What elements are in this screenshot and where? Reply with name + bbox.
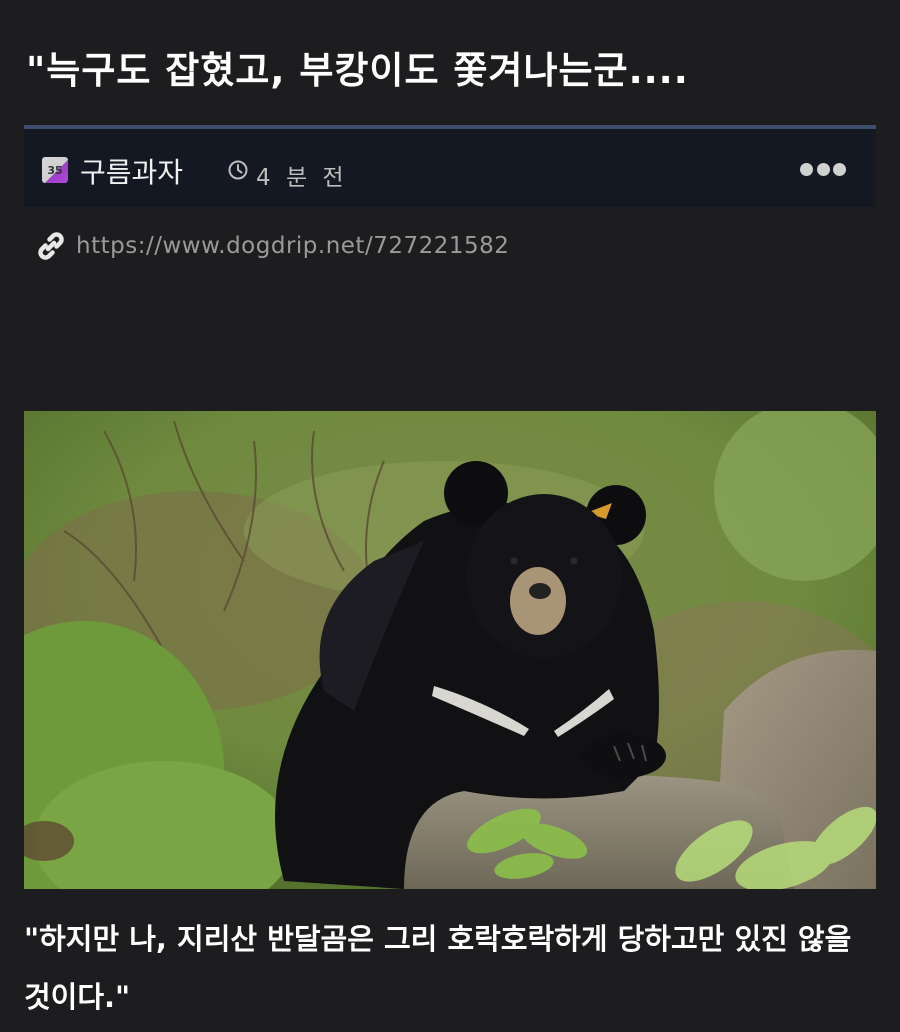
- more-options-icon[interactable]: [800, 160, 846, 178]
- post-title: "늑구도 잡혔고, 부캉이도 쫓겨나는군....: [26, 49, 689, 92]
- clock-icon: [228, 160, 248, 180]
- post-time: 4 분 전: [256, 165, 348, 191]
- bear-photo: [24, 411, 876, 889]
- author-level-badge: 35: [42, 157, 68, 183]
- post-caption: "하지만 나, 지리산 반달곰은 그리 호락호락하게 당하고만 있진 않을 것이…: [24, 922, 852, 1014]
- author-name[interactable]: 구름과자: [80, 151, 183, 191]
- post-url-link[interactable]: https://www.dogdrip.net/727221582: [76, 233, 509, 259]
- post-meta-bar: 35 구름과자 4 분 전: [24, 125, 876, 207]
- link-icon: [38, 232, 64, 260]
